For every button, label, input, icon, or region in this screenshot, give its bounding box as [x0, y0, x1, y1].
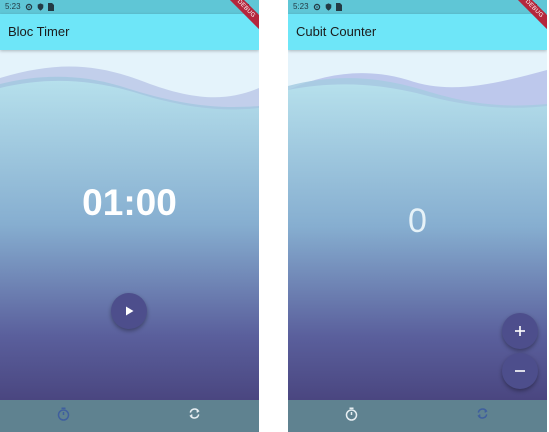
app-bar-title: Bloc Timer	[8, 24, 70, 39]
counter-screen: 5:23 DEBUG Cubit Counter 0	[288, 0, 547, 432]
plus-icon	[515, 326, 525, 336]
sync-icon	[188, 407, 201, 425]
nav-item-timer[interactable]	[43, 400, 83, 432]
status-time: 5:23	[5, 2, 21, 11]
wave-graphic	[0, 66, 259, 400]
sim-card-icon	[335, 3, 342, 11]
shield-icon	[37, 3, 44, 11]
bottom-navigation	[0, 400, 259, 432]
wave-background: 01:00	[0, 50, 259, 400]
timer-icon	[57, 407, 70, 426]
nav-item-sync[interactable]	[174, 400, 214, 432]
timer-display: 01:00	[82, 182, 177, 223]
nav-item-timer[interactable]	[331, 400, 371, 432]
wave-background: 0	[288, 50, 547, 400]
timer-icon	[345, 407, 358, 426]
app-bar-title: Cubit Counter	[296, 24, 377, 39]
increment-button[interactable]	[502, 313, 538, 349]
sim-card-icon	[47, 3, 54, 11]
status-time: 5:23	[293, 2, 309, 11]
app-bar: Bloc Timer	[0, 14, 259, 50]
counter-display: 0	[408, 202, 427, 240]
decrement-button[interactable]	[502, 353, 538, 389]
bottom-navigation	[288, 400, 547, 432]
timer-screen: 5:23 DEBUG Bloc Timer 01:00	[0, 0, 259, 432]
nav-item-sync[interactable]	[462, 400, 502, 432]
settings-icon	[313, 3, 321, 11]
settings-icon	[25, 3, 33, 11]
play-button[interactable]	[111, 293, 147, 329]
play-icon	[125, 306, 134, 316]
minus-icon	[515, 366, 525, 376]
app-bar: Cubit Counter	[288, 14, 547, 50]
sync-icon	[476, 407, 489, 425]
shield-icon	[325, 3, 332, 11]
status-bar: 5:23	[288, 0, 547, 14]
status-bar: 5:23	[0, 0, 259, 14]
